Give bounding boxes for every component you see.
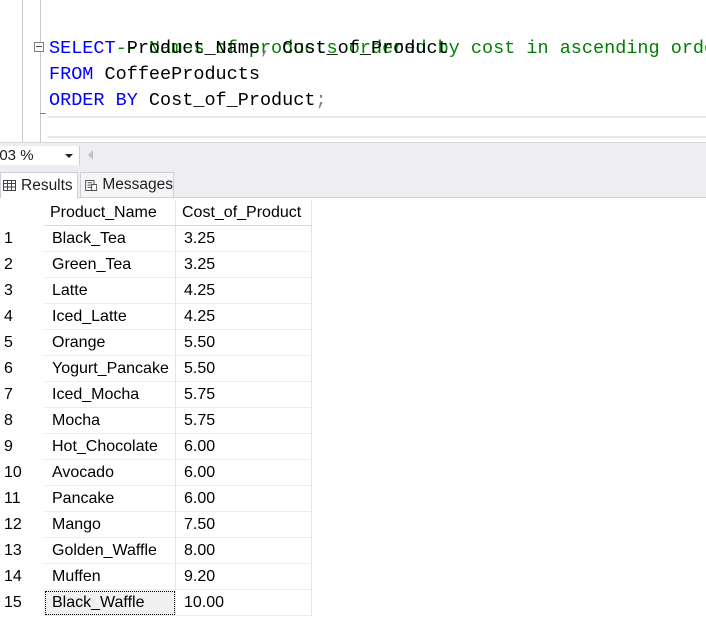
- select-column-2: Cost_of_Product: [271, 38, 449, 59]
- results-tab-strip: Results Messages: [0, 168, 706, 198]
- row-number[interactable]: 6: [0, 356, 44, 382]
- row-number[interactable]: 15: [0, 590, 44, 616]
- table-row[interactable]: 15 Black_Waffle 10.00: [0, 590, 312, 616]
- scroll-left-arrow-icon[interactable]: [88, 150, 93, 160]
- cell-cost[interactable]: 8.00: [176, 538, 312, 564]
- table-row[interactable]: 9 Hot_Chocolate 6.00: [0, 434, 312, 460]
- row-number[interactable]: 2: [0, 252, 44, 278]
- select-column-1: Product_Name: [115, 38, 260, 59]
- cell-cost[interactable]: 3.25: [176, 226, 312, 252]
- table-row[interactable]: 12 Mango 7.50: [0, 512, 312, 538]
- comma: ,: [259, 38, 272, 59]
- keyword-select: SELECT: [49, 38, 116, 59]
- cell-product-name[interactable]: Muffen: [44, 564, 176, 590]
- cell-product-name[interactable]: Latte: [44, 278, 176, 304]
- table-row[interactable]: 11 Pancake 6.00: [0, 486, 312, 512]
- cell-cost[interactable]: 4.25: [176, 278, 312, 304]
- row-number-header[interactable]: [0, 200, 44, 226]
- table-row[interactable]: 8 Mocha 5.75: [0, 408, 312, 434]
- zoom-dropdown[interactable]: 103 %: [0, 146, 80, 165]
- keyword-from: FROM: [49, 64, 94, 85]
- cell-cost[interactable]: 9.20: [176, 564, 312, 590]
- chevron-down-icon[interactable]: [65, 154, 73, 158]
- table-row[interactable]: 14 Muffen 9.20: [0, 564, 312, 590]
- grid-icon: [3, 180, 16, 191]
- current-line-highlight: [48, 116, 706, 138]
- query-window: -- Names of products ordered by cost in …: [0, 0, 706, 628]
- table-row[interactable]: 13 Golden_Waffle 8.00: [0, 538, 312, 564]
- cell-cost[interactable]: 5.50: [176, 330, 312, 356]
- tab-results-label: Results: [21, 176, 73, 194]
- order-column: Cost_of_Product: [137, 90, 316, 111]
- table-row[interactable]: 2 Green_Tea 3.25: [0, 252, 312, 278]
- column-header-cost[interactable]: Cost_of_Product: [176, 200, 312, 226]
- table-row[interactable]: 5 Orange 5.50: [0, 330, 312, 356]
- collapse-toggle-icon[interactable]: [34, 42, 44, 52]
- cell-product-name[interactable]: Iced_Latte: [44, 304, 176, 330]
- row-number[interactable]: 8: [0, 408, 44, 434]
- table-row[interactable]: 4 Iced_Latte 4.25: [0, 304, 312, 330]
- table-name: CoffeeProducts: [93, 64, 260, 85]
- table-row[interactable]: 1 Black_Tea 3.25: [0, 226, 312, 252]
- cell-cost[interactable]: 6.00: [176, 486, 312, 512]
- keyword-order-by: ORDER BY: [49, 90, 138, 111]
- tab-results[interactable]: Results: [0, 172, 78, 198]
- sql-editor[interactable]: -- Names of products ordered by cost in …: [0, 0, 706, 142]
- cell-cost[interactable]: 10.00: [176, 590, 312, 616]
- outline-end-tick: [40, 113, 46, 114]
- table-row[interactable]: 3 Latte 4.25: [0, 278, 312, 304]
- table-row[interactable]: 6 Yogurt_Pancake 5.50: [0, 356, 312, 382]
- cell-cost[interactable]: 4.25: [176, 304, 312, 330]
- row-number[interactable]: 7: [0, 382, 44, 408]
- cell-product-name[interactable]: Hot_Chocolate: [44, 434, 176, 460]
- row-number[interactable]: 13: [0, 538, 44, 564]
- cell-product-name[interactable]: Avocado: [44, 460, 176, 486]
- editor-status-bar: 103 %: [0, 142, 706, 168]
- row-number[interactable]: 5: [0, 330, 44, 356]
- cell-cost[interactable]: 3.25: [176, 252, 312, 278]
- table-row[interactable]: 7 Iced_Mocha 5.75: [0, 382, 312, 408]
- code-line-select: SELECT Product_Name, Cost_of_Product: [49, 36, 449, 62]
- cell-product-name[interactable]: Green_Tea: [44, 252, 176, 278]
- row-number[interactable]: 3: [0, 278, 44, 304]
- cell-product-name[interactable]: Mango: [44, 512, 176, 538]
- tab-messages-label: Messages: [102, 176, 173, 193]
- row-number[interactable]: 10: [0, 460, 44, 486]
- cell-cost[interactable]: 7.50: [176, 512, 312, 538]
- code-line-comment: -- Names of products ordered by cost in …: [49, 10, 706, 59]
- row-number[interactable]: 14: [0, 564, 44, 590]
- editor-gutter-divider: [22, 0, 23, 142]
- cell-cost[interactable]: 5.50: [176, 356, 312, 382]
- cell-product-name[interactable]: Black_Waffle: [44, 590, 176, 616]
- row-number[interactable]: 12: [0, 512, 44, 538]
- column-header-product-name[interactable]: Product_Name: [44, 200, 176, 226]
- results-grid[interactable]: Product_Name Cost_of_Product 1 Black_Tea 3…: [0, 198, 706, 628]
- cell-product-name[interactable]: Iced_Mocha: [44, 382, 176, 408]
- cell-product-name[interactable]: Golden_Waffle: [44, 538, 176, 564]
- row-number[interactable]: 11: [0, 486, 44, 512]
- code-line-order-by: ORDER BY Cost_of_Product;: [49, 88, 327, 114]
- cell-cost[interactable]: 5.75: [176, 382, 312, 408]
- semicolon: ;: [315, 90, 327, 111]
- cell-product-name[interactable]: Pancake: [44, 486, 176, 512]
- outline-margin-line: [40, 0, 41, 142]
- cell-cost[interactable]: 5.75: [176, 408, 312, 434]
- grid-header-row: Product_Name Cost_of_Product: [0, 200, 312, 226]
- row-number[interactable]: 4: [0, 304, 44, 330]
- messages-icon: [85, 179, 98, 191]
- cell-product-name[interactable]: Orange: [44, 330, 176, 356]
- code-line-from: FROM CoffeeProducts: [49, 62, 260, 88]
- row-number[interactable]: 1: [0, 226, 44, 252]
- zoom-value: 103 %: [0, 147, 34, 164]
- cell-cost[interactable]: 6.00: [176, 434, 312, 460]
- tab-messages[interactable]: Messages: [80, 172, 174, 197]
- cell-product-name[interactable]: Black_Tea: [44, 226, 176, 252]
- cell-product-name[interactable]: Yogurt_Pancake: [44, 356, 176, 382]
- row-number[interactable]: 9: [0, 434, 44, 460]
- table-row[interactable]: 10 Avocado 6.00: [0, 460, 312, 486]
- cell-cost[interactable]: 6.00: [176, 460, 312, 486]
- cell-product-name[interactable]: Mocha: [44, 408, 176, 434]
